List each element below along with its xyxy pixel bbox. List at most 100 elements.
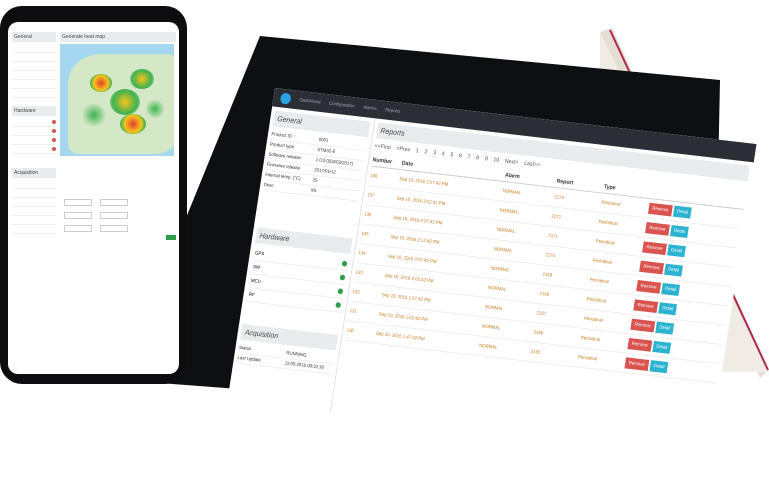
col-number: Number xyxy=(372,157,393,166)
field-value: 11:05:2016 08:32:30 xyxy=(284,360,325,371)
phone-field: · xyxy=(12,53,56,62)
filter-input[interactable] xyxy=(64,212,92,219)
row-report: 2172 xyxy=(550,213,562,221)
detail-button[interactable]: Detail xyxy=(669,224,690,239)
filter-input[interactable] xyxy=(100,225,128,232)
row-number: 133 xyxy=(355,269,364,277)
phone-device: General · · · · · · Hardware · · · · Acq… xyxy=(0,6,187,384)
detail-button[interactable]: Detail xyxy=(657,302,678,316)
remove-button[interactable]: Remove xyxy=(633,299,658,314)
row-number: 130 xyxy=(346,327,355,334)
status-alert-icon xyxy=(52,138,56,142)
phone-hw-item: · xyxy=(12,118,56,127)
row-number: 135 xyxy=(360,231,369,238)
hardware-label: GPS xyxy=(254,250,265,258)
pager-page[interactable]: 9 xyxy=(484,156,488,162)
phone-sidebar: General · · · · · · Hardware · · · · Acq… xyxy=(12,32,56,234)
phone-field: · xyxy=(12,80,56,89)
status-alert-icon xyxy=(52,120,56,124)
phone-field: · xyxy=(12,216,56,225)
detail-button[interactable]: Detail xyxy=(654,321,675,335)
pager-page[interactable]: 3 xyxy=(433,150,437,156)
phone-field: · xyxy=(12,198,56,207)
phone-field: · xyxy=(12,62,56,71)
nav-alarms[interactable]: Alarms xyxy=(363,105,377,112)
phone-hw-item: · xyxy=(12,145,56,154)
pager-first[interactable]: <<First xyxy=(374,144,391,151)
field-value: 2017/01/12 xyxy=(313,167,337,176)
field-value: STM32-E xyxy=(316,147,336,155)
row-alarm: NORMAL xyxy=(493,246,513,255)
row-report: 2171 xyxy=(547,233,559,240)
row-type: Periodical xyxy=(586,296,607,305)
row-type: Periodical xyxy=(592,257,612,266)
hardware-label: MCU xyxy=(250,278,262,285)
row-alarm: NORMAL xyxy=(490,265,510,274)
remove-button[interactable]: Remove xyxy=(645,222,670,236)
phone-main: Generate heat map xyxy=(60,32,176,241)
row-type: Periodical xyxy=(589,277,610,285)
pager-page[interactable]: 5 xyxy=(450,152,454,158)
heat-spot xyxy=(110,89,140,115)
nav-configuration[interactable]: Configuration xyxy=(329,101,355,109)
pager-prev[interactable]: <Prev xyxy=(396,146,410,153)
pager-page[interactable]: 2 xyxy=(424,149,428,155)
status-alert-icon xyxy=(52,147,56,151)
detail-button[interactable]: Detail xyxy=(666,244,687,258)
remove-button[interactable]: Remove xyxy=(647,202,673,217)
row-number: 131 xyxy=(349,308,358,315)
pager-last[interactable]: Last>> xyxy=(524,161,541,168)
pager-page[interactable]: 4 xyxy=(441,151,445,157)
phone-hw-item: · xyxy=(12,136,56,145)
row-type: Periodical xyxy=(595,238,615,247)
row-number: 132 xyxy=(352,289,361,296)
row-number: 138 xyxy=(369,173,378,180)
map-filter-form xyxy=(60,196,176,241)
filter-input[interactable] xyxy=(100,212,128,219)
nav-reports[interactable]: Reports xyxy=(385,107,401,114)
detail-button[interactable]: Detail xyxy=(672,205,693,219)
heat-spot xyxy=(120,114,146,134)
phone-field: · xyxy=(12,207,56,216)
row-number: 134 xyxy=(357,250,366,257)
phone-acquisition-title: Acquisition xyxy=(12,168,56,178)
phone-field: · xyxy=(12,189,56,198)
row-alarm: NORMAL xyxy=(502,188,522,197)
remove-button[interactable]: Remove xyxy=(642,241,667,256)
heat-map-title: Generate heat map xyxy=(60,32,176,42)
filter-input[interactable] xyxy=(64,225,92,232)
remove-button[interactable]: Remove xyxy=(639,260,664,275)
remove-button[interactable]: Remove xyxy=(624,357,650,371)
remove-button[interactable]: Remove xyxy=(636,280,661,294)
pager-page[interactable]: 7 xyxy=(467,154,471,160)
remove-button[interactable]: Remove xyxy=(630,318,655,333)
detail-button[interactable]: Detail xyxy=(649,360,669,374)
tablet-device: Dashboard Configuration Alarms Reports G… xyxy=(115,30,757,457)
filter-input[interactable] xyxy=(100,199,128,206)
detail-button[interactable]: Detail xyxy=(663,263,684,277)
pager-page[interactable]: 8 xyxy=(476,155,480,161)
heat-map[interactable] xyxy=(60,44,174,156)
filter-input[interactable] xyxy=(64,199,92,206)
pager-page[interactable]: 10 xyxy=(493,157,500,163)
row-report: 2166 xyxy=(533,329,544,337)
row-alarm: NORMAL xyxy=(496,227,516,235)
generate-button[interactable] xyxy=(166,235,176,240)
row-alarm: NORMAL xyxy=(487,285,507,293)
detail-button[interactable]: Detail xyxy=(651,340,672,354)
detail-button[interactable]: Detail xyxy=(660,282,681,296)
phone-field: · xyxy=(12,225,56,234)
pager-page[interactable]: 6 xyxy=(458,153,462,159)
pager-page[interactable]: 1 xyxy=(415,148,419,154)
hardware-label: RF xyxy=(248,291,255,299)
status-ok-icon xyxy=(337,288,344,295)
nav-dashboard[interactable]: Dashboard xyxy=(299,97,321,105)
phone-hardware-title: Hardware xyxy=(12,106,56,116)
row-alarm: NORMAL xyxy=(478,343,498,351)
remove-button[interactable]: Remove xyxy=(627,337,652,352)
row-type: Periodical xyxy=(601,199,621,208)
pager-next[interactable]: Next> xyxy=(504,159,518,166)
row-alarm: NORMAL xyxy=(484,304,504,313)
phone-screen: General · · · · · · Hardware · · · · Acq… xyxy=(8,22,179,374)
phone-hw-item: · xyxy=(12,127,56,136)
